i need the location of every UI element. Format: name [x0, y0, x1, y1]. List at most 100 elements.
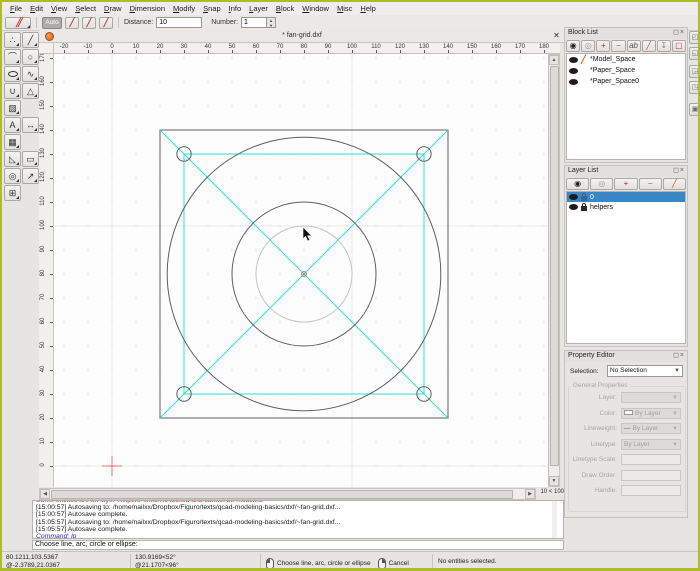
- dock-button-options[interactable]: ◱: [689, 47, 700, 60]
- eye-icon[interactable]: [569, 57, 578, 63]
- grid-dot: [519, 417, 520, 418]
- horizontal-scrollbar-thumb[interactable]: [51, 490, 513, 499]
- horizontal-scrollbar[interactable]: ◀ ▶: [39, 488, 536, 500]
- scroll-left-icon[interactable]: ◀: [40, 489, 50, 499]
- distance-input[interactable]: [156, 17, 202, 28]
- property-linetype-combobox[interactable]: By Layer▼: [621, 439, 681, 450]
- dock-button-layer-list[interactable]: ◳: [689, 81, 700, 94]
- ellipse-tool[interactable]: [4, 66, 21, 82]
- show-all-layers-button[interactable]: ◉: [566, 178, 589, 190]
- eye-icon[interactable]: [569, 194, 578, 200]
- remove-block-button[interactable]: −: [611, 40, 625, 52]
- grid-dot: [87, 393, 88, 394]
- dock-button-command-line[interactable]: ◰: [689, 31, 700, 44]
- property-linetypescale-input[interactable]: [621, 454, 681, 465]
- layer-list-float-icon[interactable]: ◻: [673, 167, 680, 174]
- layer-list-close-icon[interactable]: ×: [680, 167, 685, 174]
- command-history-scrollbar[interactable]: [552, 501, 557, 538]
- eye-icon[interactable]: [569, 204, 578, 210]
- property-color-combobox[interactable]: By Layer▼: [621, 408, 681, 419]
- show-all-blocks-button[interactable]: ◉: [566, 40, 580, 52]
- menu-info[interactable]: Info: [225, 3, 246, 14]
- menu-edit[interactable]: Edit: [26, 3, 47, 14]
- scroll-down-icon[interactable]: ▼: [549, 476, 559, 486]
- point-tool[interactable]: ∴: [4, 32, 21, 48]
- command-input[interactable]: Choose line, arc, circle or ellipse:: [32, 540, 564, 550]
- remove-layer-button[interactable]: −: [639, 178, 662, 190]
- grid-dot: [63, 105, 64, 106]
- block-list-item[interactable]: *Paper_Space: [567, 65, 685, 76]
- vertical-scrollbar-thumb[interactable]: [550, 66, 559, 466]
- scroll-right-icon[interactable]: ▶: [525, 489, 535, 499]
- property-editor-close-icon[interactable]: ×: [680, 352, 685, 359]
- spline-tool[interactable]: ∪: [4, 83, 21, 99]
- property-draworder-input[interactable]: [621, 470, 681, 481]
- selection-combobox[interactable]: No Selection▼: [607, 365, 683, 377]
- menu-dimension[interactable]: Dimension: [126, 3, 169, 14]
- arc-tool[interactable]: ⌒: [4, 49, 21, 65]
- eye-icon[interactable]: [569, 68, 578, 74]
- parallel-tool-button[interactable]: ╱╱: [5, 17, 31, 29]
- dock-button-property-editor[interactable]: ▣: [689, 103, 700, 116]
- document-close-icon[interactable]: ✕: [552, 31, 561, 41]
- layer-list-item[interactable]: 0: [567, 192, 685, 202]
- shape-tool[interactable]: △: [22, 83, 39, 99]
- add-block-button[interactable]: +: [596, 40, 610, 52]
- block-list-close-icon[interactable]: ×: [680, 29, 685, 36]
- edit-tool[interactable]: ◎: [4, 168, 21, 184]
- edit-block-button[interactable]: ╱: [642, 40, 656, 52]
- polyline-tool[interactable]: ∿: [22, 66, 39, 82]
- insert-block-button[interactable]: ↧: [657, 40, 671, 52]
- menu-help[interactable]: Help: [356, 3, 379, 14]
- drawing-canvas[interactable]: [54, 54, 548, 487]
- lock-icon[interactable]: [581, 196, 587, 201]
- menu-view[interactable]: View: [47, 3, 71, 14]
- menu-layer[interactable]: Layer: [245, 3, 272, 14]
- hatch-tool[interactable]: ▨: [4, 100, 21, 116]
- add-layer-button[interactable]: +: [614, 178, 637, 190]
- number-spinner[interactable]: ▲▼: [267, 17, 276, 28]
- property-handle-input[interactable]: [621, 485, 681, 496]
- edit-layer-button[interactable]: ╱: [663, 178, 686, 190]
- command-history[interactable]: Some entities are on layer 'helpers' whi…: [32, 500, 564, 539]
- block-list-item[interactable]: *Paper_Space0: [567, 76, 685, 87]
- scroll-up-icon[interactable]: ▲: [549, 55, 559, 65]
- eye-icon[interactable]: [569, 79, 578, 85]
- number-input[interactable]: [241, 17, 267, 28]
- menu-block[interactable]: Block: [272, 3, 298, 14]
- menu-misc[interactable]: Misc: [333, 3, 356, 14]
- menu-draw[interactable]: Draw: [100, 3, 126, 14]
- block-list-item[interactable]: ╱*Model_Space: [567, 54, 685, 65]
- line-tool[interactable]: ╱: [22, 32, 39, 48]
- ruler-label: 140: [40, 121, 46, 137]
- property-lineweight-combobox[interactable]: —By Layer▼: [621, 423, 681, 434]
- measure-tool[interactable]: ▭: [22, 151, 39, 167]
- restrict-mode-button-1[interactable]: ╱: [65, 17, 79, 29]
- menu-modify[interactable]: Modify: [169, 3, 199, 14]
- property-layer-combobox[interactable]: ▼: [621, 392, 681, 403]
- block-3d-tool[interactable]: ⊞: [4, 185, 21, 201]
- hide-all-blocks-button[interactable]: ◎: [581, 40, 595, 52]
- restrict-mode-button-2[interactable]: ╱: [82, 17, 96, 29]
- hide-all-layers-button[interactable]: ◎: [590, 178, 613, 190]
- lock-icon[interactable]: [581, 206, 587, 211]
- menu-window[interactable]: Window: [298, 3, 333, 14]
- restrict-mode-button-3[interactable]: ╱: [99, 17, 113, 29]
- property-editor-float-icon[interactable]: ◻: [673, 352, 680, 359]
- toggle-block-highlight-button[interactable]: ▢: [672, 40, 686, 52]
- text-tool[interactable]: A: [4, 117, 21, 133]
- snap-auto-button[interactable]: Auto: [42, 17, 62, 29]
- menu-select[interactable]: Select: [71, 3, 100, 14]
- dimension-tool[interactable]: ↔: [22, 117, 39, 133]
- image-tool[interactable]: ▦: [4, 134, 21, 150]
- dock-button-block-list[interactable]: ◲: [689, 65, 700, 78]
- modify-tool[interactable]: ◺: [4, 151, 21, 167]
- circle-tool[interactable]: ○: [22, 49, 39, 65]
- info-tool[interactable]: ↗: [22, 168, 39, 184]
- vertical-scrollbar[interactable]: ▲ ▼: [548, 54, 560, 487]
- menu-file[interactable]: File: [6, 3, 26, 14]
- rename-block-button[interactable]: ab: [627, 40, 641, 52]
- menu-snap[interactable]: Snap: [199, 3, 225, 14]
- layer-list-item[interactable]: helpers: [567, 202, 685, 212]
- block-list-float-icon[interactable]: ◻: [673, 29, 680, 36]
